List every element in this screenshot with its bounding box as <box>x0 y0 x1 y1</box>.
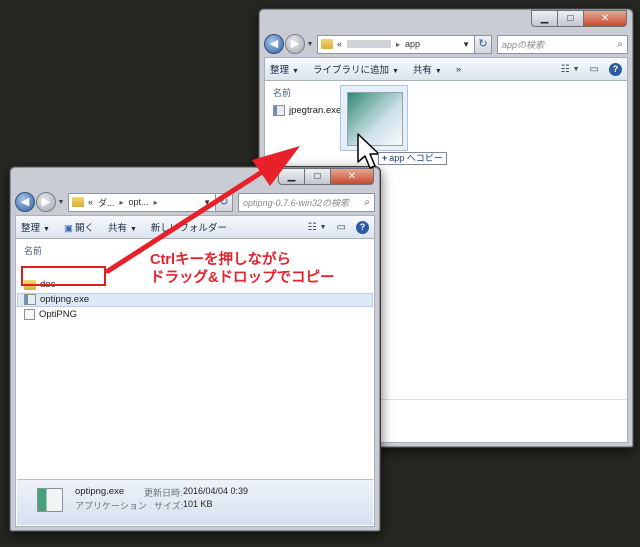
drop-tooltip: + app へコピー <box>378 152 447 165</box>
breadcrumb-item[interactable]: opt... <box>129 197 149 207</box>
address-row: ◀ ▶ ▼ « ダ... ▸ opt... ▸ ▼ ↻ optipng-0.7.… <box>15 189 375 215</box>
new-folder-button[interactable]: 新しいフォルダー <box>151 220 227 234</box>
breadcrumb-app[interactable]: app <box>405 39 420 49</box>
column-header-name[interactable]: 名前 <box>273 86 291 99</box>
list-item-selected[interactable]: optipng.exe <box>24 294 89 305</box>
recent-pages-dropdown-icon[interactable]: ▼ <box>306 41 314 48</box>
more-commands-button[interactable]: » <box>456 64 461 75</box>
details-file-type: アプリケーション <box>75 501 147 511</box>
details-size-value: 101 KB <box>183 499 213 509</box>
add-to-library-button[interactable]: ライブラリに追加 ▼ <box>313 62 399 76</box>
document-icon <box>24 309 35 320</box>
preview-pane-icon[interactable]: ▭ <box>337 222 346 233</box>
details-size-label: サイズ: <box>154 501 184 511</box>
details-modified-value: 2016/04/04 0:39 <box>183 486 249 496</box>
folder-icon <box>321 39 333 49</box>
file-name: jpegtran.exe <box>289 105 342 116</box>
breadcrumb-overflow[interactable]: « <box>88 197 93 207</box>
address-bar[interactable]: « ダ... ▸ opt... ▸ ▼ <box>68 192 216 212</box>
minimize-button[interactable]: ▁ <box>531 10 557 27</box>
chevron-right-icon: ▸ <box>119 197 124 207</box>
search-icon: ⌕ <box>617 38 623 50</box>
chevron-down-icon[interactable]: ▼ <box>462 40 474 49</box>
forward-icon[interactable]: ▶ <box>285 34 305 54</box>
view-options-icon[interactable]: ☷ <box>308 222 317 233</box>
list-item[interactable]: jpegtran.exe <box>273 105 341 116</box>
chevron-down-icon[interactable]: ▼ <box>573 66 580 73</box>
refresh-icon[interactable]: ↻ <box>475 34 492 54</box>
exe-file-icon <box>24 294 36 305</box>
file-thumbnail-icon <box>37 488 63 512</box>
open-button[interactable]: ▣ 開く <box>64 220 94 234</box>
caption-buttons: ▁ □ ✕ <box>531 10 627 27</box>
annotation-line-2: ドラッグ&ドロップでコピー <box>150 270 335 286</box>
highlight-box <box>21 266 106 286</box>
chevron-right-icon: ▸ <box>153 197 158 207</box>
exe-file-icon <box>273 105 285 116</box>
chevron-right-icon: ▸ <box>396 39 401 49</box>
help-icon[interactable]: ? <box>356 220 369 234</box>
details-modified-label: 更新日時: <box>144 488 183 498</box>
chevron-down-icon[interactable]: ▼ <box>320 224 327 231</box>
refresh-icon[interactable]: ↻ <box>216 192 233 212</box>
recent-pages-dropdown-icon[interactable]: ▼ <box>57 199 65 206</box>
explorer-window-optipng: ▁ □ ✕ ◀ ▶ ▼ « ダ... ▸ opt... ▸ ▼ ↻ optipn… <box>9 166 381 532</box>
view-options-icon[interactable]: ☷ <box>561 64 570 75</box>
breadcrumb-blurred <box>347 40 392 48</box>
breadcrumb-item[interactable]: ダ... <box>98 196 115 209</box>
maximize-button[interactable]: □ <box>557 10 583 27</box>
preview-pane-icon[interactable]: ▭ <box>590 64 599 75</box>
organize-button[interactable]: 整理 ▼ <box>21 220 50 234</box>
file-name: optipng.exe <box>40 294 90 305</box>
organize-button[interactable]: 整理 ▼ <box>270 62 299 76</box>
command-bar: 整理 ▼ ▣ 開く 共有 ▼ 新しいフォルダー ☷ ▼ ▭ ? <box>15 215 375 239</box>
breadcrumb-overflow[interactable]: « <box>337 39 342 49</box>
help-icon[interactable]: ? <box>609 62 622 76</box>
details-pane: optipng.exe 更新日時: 2016/04/04 0:39 アプリケーシ… <box>17 479 373 525</box>
back-icon[interactable]: ◀ <box>264 34 284 54</box>
folder-icon <box>72 197 84 207</box>
minimize-button[interactable]: ▁ <box>278 168 304 185</box>
address-row: ◀ ▶ ▼ « ▸ app ▼ ↻ appの検索 ⌕ <box>264 31 628 57</box>
list-item[interactable]: OptiPNG <box>24 309 77 320</box>
chevron-down-icon[interactable]: ▼ <box>203 198 215 207</box>
details-file-name: optipng.exe <box>75 486 125 497</box>
search-icon: ⌕ <box>364 196 370 208</box>
share-button[interactable]: 共有 ▼ <box>108 220 137 234</box>
share-button[interactable]: 共有 ▼ <box>413 62 442 76</box>
forward-icon[interactable]: ▶ <box>36 192 56 212</box>
open-icon: ▣ <box>63 223 73 234</box>
maximize-button[interactable]: □ <box>304 168 330 185</box>
search-input[interactable]: optipng-0.7.6-win32の検索 ⌕ <box>238 192 375 212</box>
address-bar[interactable]: « ▸ app ▼ <box>317 34 475 54</box>
command-bar: 整理 ▼ ライブラリに追加 ▼ 共有 ▼ » ☷ ▼ ▭ ? <box>264 57 628 81</box>
file-name: OptiPNG <box>39 309 78 320</box>
column-header-name[interactable]: 名前 <box>24 244 42 257</box>
search-input[interactable]: appの検索 ⌕ <box>497 34 628 54</box>
back-icon[interactable]: ◀ <box>15 192 35 212</box>
plus-icon: + <box>382 153 388 163</box>
close-button[interactable]: ✕ <box>583 10 627 27</box>
